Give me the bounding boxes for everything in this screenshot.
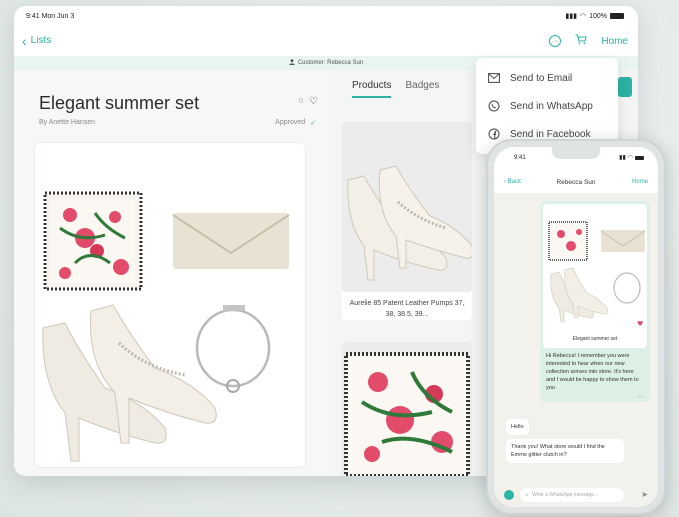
likes-count: 0 — [299, 98, 304, 105]
back-button[interactable]: ‹ Lists — [22, 32, 52, 49]
chevron-left-icon: ‹ — [22, 32, 27, 49]
whatsapp-icon — [488, 100, 500, 112]
menu-item-label: Send in WhatsApp — [510, 100, 593, 112]
signal-icon: ▮▮▮ — [565, 13, 577, 20]
message-placeholder: Write a WhatsApp message... — [532, 492, 599, 498]
back-label: Lists — [30, 35, 52, 46]
heart-outline-icon[interactable]: ♡ — [309, 96, 318, 107]
set-detail-pane: Elegant summer set 0 ♡ By Anette Hansen … — [14, 70, 334, 476]
pumps-image — [342, 122, 472, 292]
phone-screen: 9:41 ▮▮ ◠ ‹ Back Rebecca Sun Home ♥ Eleg… — [494, 147, 658, 507]
tabs: Products Badges — [352, 80, 439, 98]
read-receipt-icon: ✓✓ — [637, 394, 644, 399]
product-image — [342, 342, 472, 476]
chat-area: ♥ Elegant summer set Hi Rebecca! I remem… — [494, 193, 658, 483]
shared-set-card[interactable]: ♥ Elegant summer set — [543, 204, 647, 348]
emoji-icon[interactable]: ☺ — [524, 492, 529, 498]
incoming-message: Thank you! What store would I find the E… — [506, 439, 624, 463]
signal-icon: ▮▮ — [619, 155, 626, 161]
approval-label: Approved — [275, 119, 306, 126]
menu-item-email[interactable]: Send to Email — [476, 64, 618, 92]
send-icon[interactable]: ➤ — [641, 490, 648, 499]
svg-text:♥: ♥ — [637, 320, 643, 328]
phone-device: 9:41 ▮▮ ◠ ‹ Back Rebecca Sun Home ♥ Eleg… — [486, 139, 666, 515]
product-card[interactable]: Aurelie 85 Patent Leather Pumps 37, 38, … — [342, 122, 472, 320]
facebook-icon — [488, 128, 500, 140]
approval-status: Approved ✓ — [275, 119, 316, 127]
set-title: Elegant summer set — [39, 93, 200, 113]
status-indicators: ▮▮▮ ◠ 100% — [565, 12, 624, 20]
status-time: 9:41 Mon Jun 3 — [26, 13, 75, 20]
message-input[interactable]: ☺ Write a WhatsApp message... — [520, 488, 624, 502]
status-bar: 9:41 Mon Jun 3 ▮▮▮ ◠ 100% — [14, 6, 638, 26]
set-collage-card[interactable] — [34, 142, 306, 468]
likes: 0 ♡ — [299, 96, 318, 107]
whatsapp-icon — [504, 490, 514, 500]
menu-item-whatsapp[interactable]: Send in WhatsApp — [476, 92, 618, 120]
user-icon — [289, 59, 295, 67]
shared-set-caption: Elegant summer set — [572, 336, 618, 342]
phone-status-bar: 9:41 ▮▮ ◠ — [494, 147, 658, 165]
tab-products[interactable]: Products — [352, 80, 392, 98]
tab-badges[interactable]: Badges — [405, 80, 439, 98]
check-icon: ✓ — [310, 120, 316, 127]
phone-status-indicators: ▮▮ ◠ — [619, 154, 644, 161]
home-button[interactable]: Home — [601, 36, 628, 47]
outgoing-message-text: Hi Rebecca! I remember you were interest… — [546, 353, 639, 391]
customer-label: Customer: Rebecca Sun — [297, 60, 364, 66]
chat-home-button[interactable]: Home — [632, 179, 648, 185]
outgoing-message: ♥ Elegant summer set Hi Rebecca! I remem… — [540, 201, 650, 402]
battery-percent: 100% — [589, 12, 607, 20]
product-name: Aurelie 85 Patent Leather Pumps 37, 38, … — [349, 300, 465, 318]
battery-icon — [610, 13, 624, 19]
cart-icon[interactable] — [575, 34, 588, 48]
chat-navbar: ‹ Back Rebecca Sun Home — [494, 177, 658, 193]
shared-set-image: ♥ — [548, 221, 646, 328]
wifi-icon: ◠ — [579, 13, 587, 20]
product-image — [342, 122, 472, 292]
share-button[interactable] — [618, 77, 632, 97]
battery-icon — [635, 155, 644, 160]
scarf-image — [342, 342, 472, 476]
nav-actions: ··· Home — [549, 34, 628, 48]
set-author: By Anette Hansen — [39, 119, 96, 126]
menu-item-label: Send to Email — [510, 72, 573, 84]
navbar: ‹ Lists ··· Home — [14, 28, 638, 54]
phone-status-time: 9:41 — [514, 155, 526, 161]
wifi-icon: ◠ — [627, 155, 633, 161]
phone-notch — [552, 147, 600, 159]
product-card[interactable] — [342, 342, 472, 476]
mail-icon — [488, 72, 500, 84]
more-options-icon[interactable]: ··· — [549, 35, 562, 47]
menu-item-label: Send in Facebook — [510, 128, 591, 140]
incoming-message: Hello — [506, 419, 529, 435]
set-collage-image — [42, 191, 290, 462]
message-input-bar: ☺ Write a WhatsApp message... ➤ — [494, 483, 658, 507]
